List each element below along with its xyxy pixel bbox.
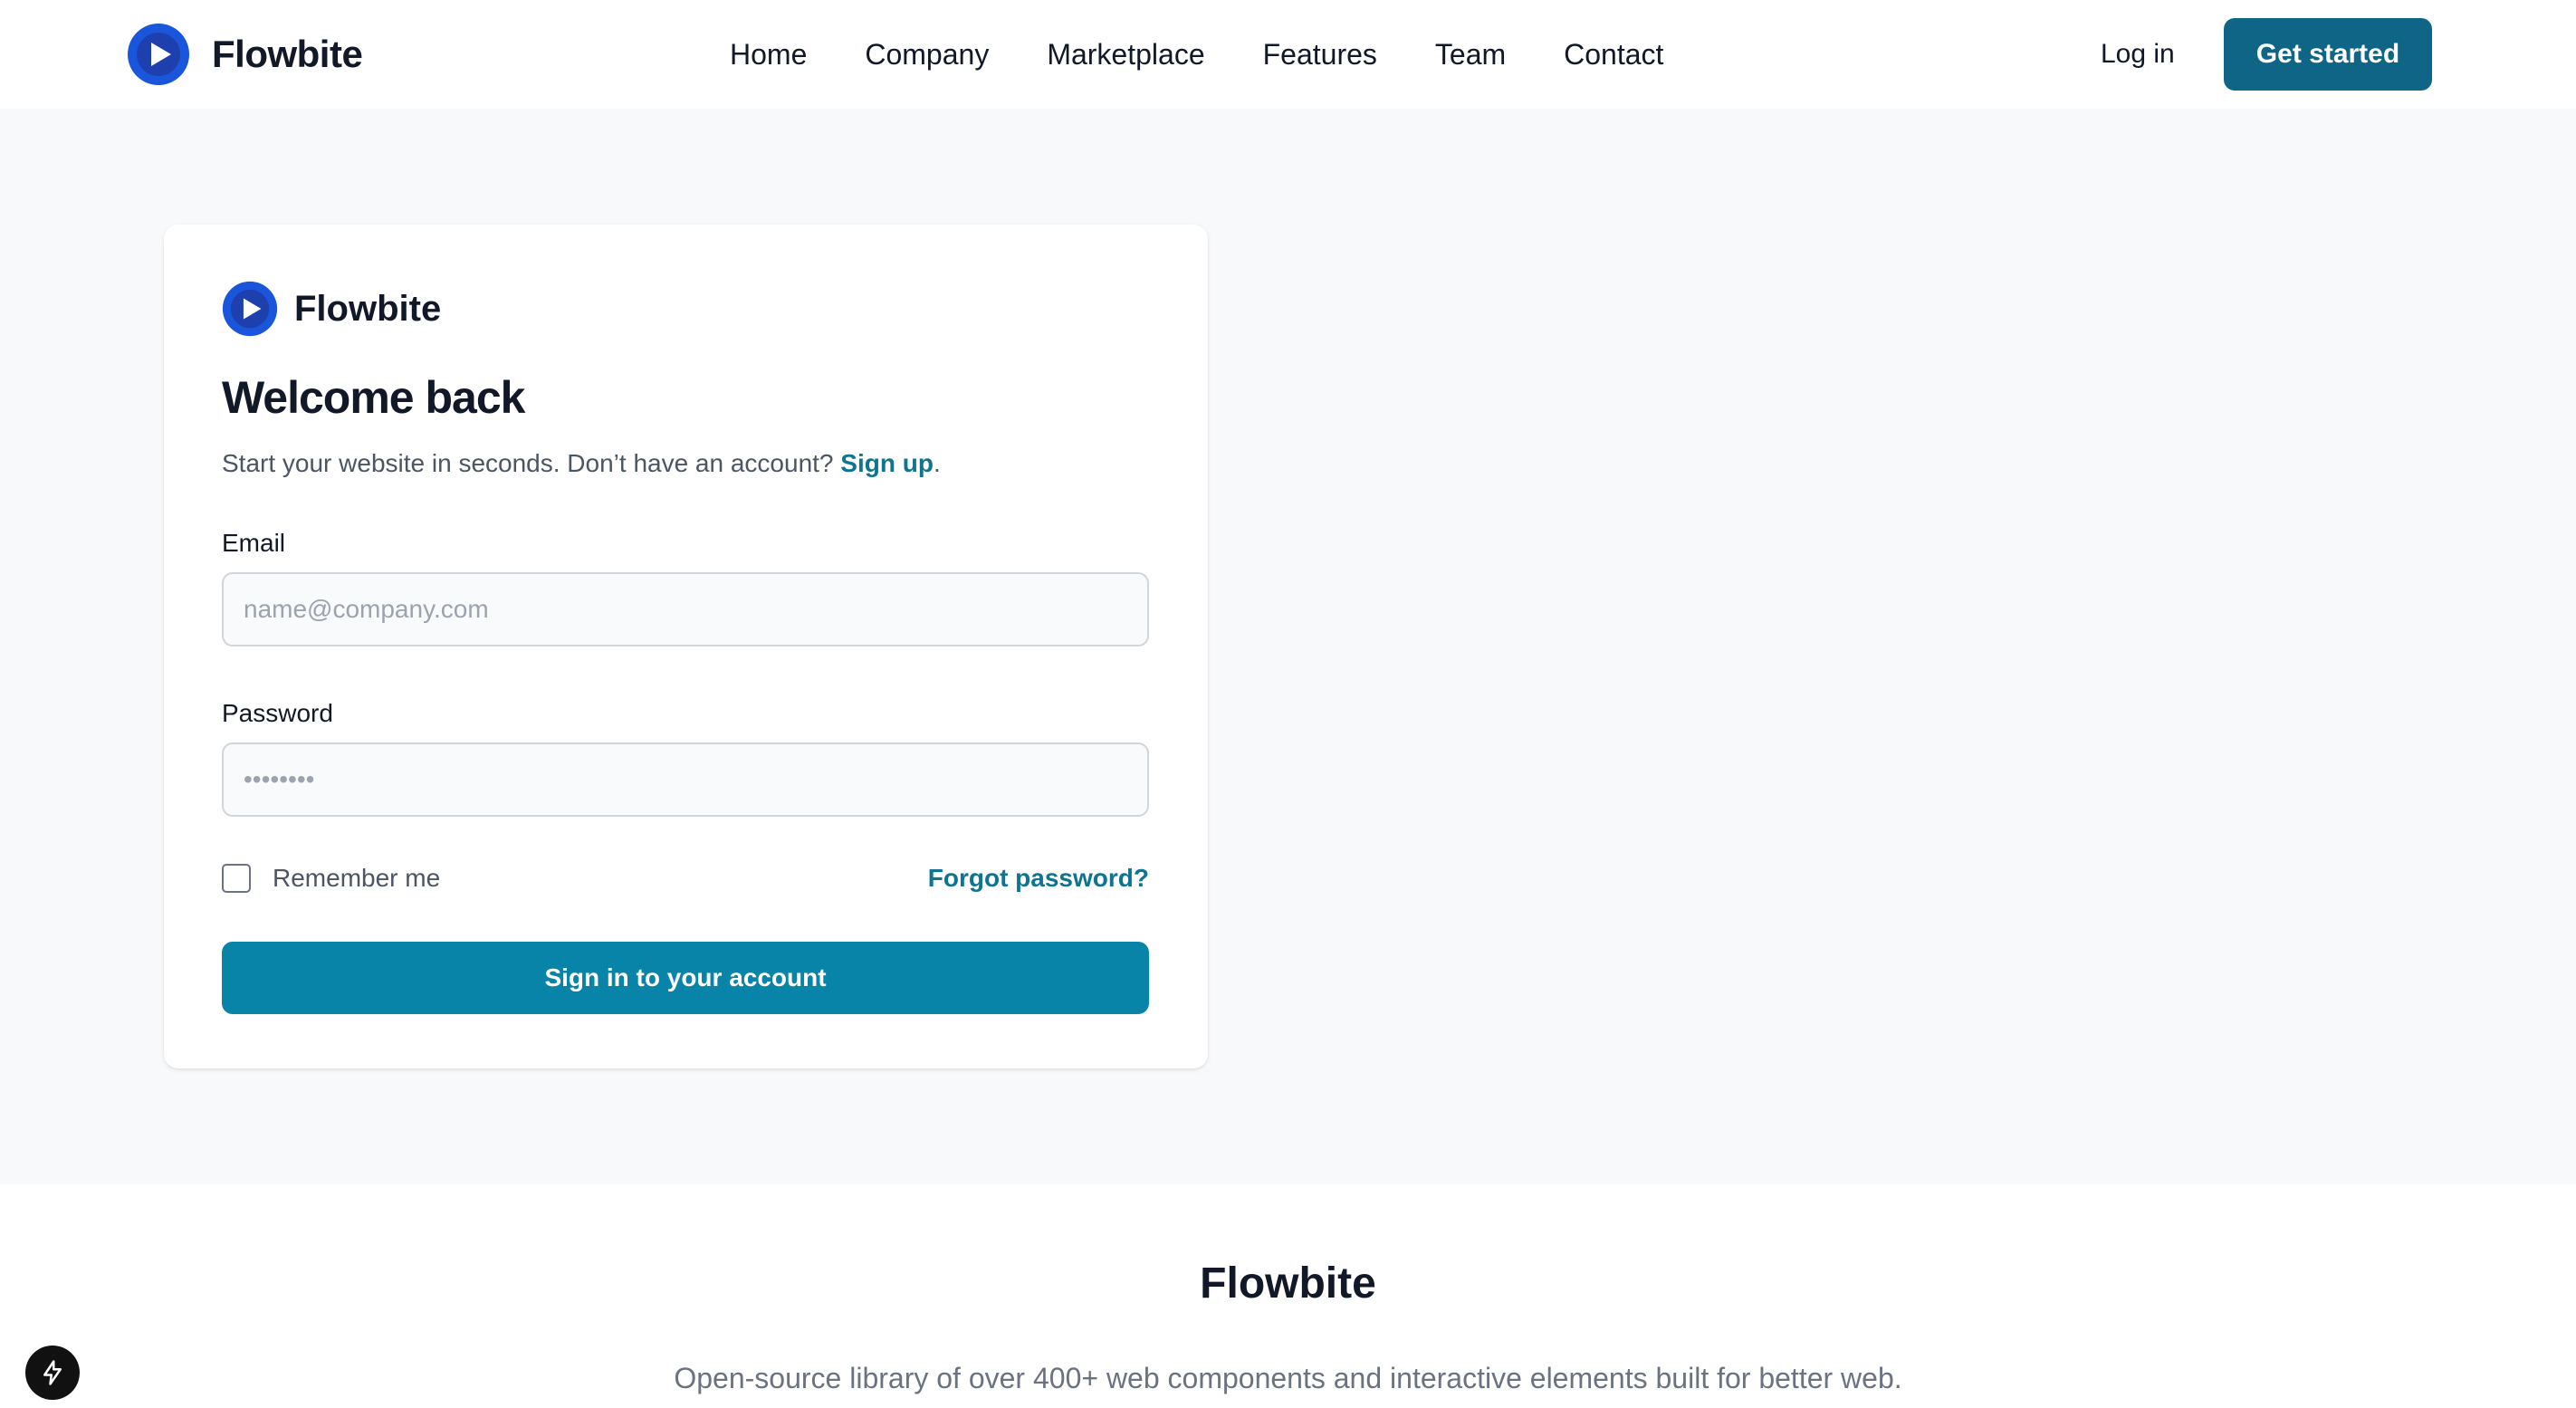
login-link[interactable]: Log in [2101, 0, 2175, 109]
nav-contact[interactable]: Contact [1564, 38, 1663, 72]
lightning-bolt-badge[interactable] [25, 1346, 80, 1400]
remember-me-label[interactable]: Remember me [273, 864, 440, 893]
flowbite-logo-icon [222, 281, 278, 337]
email-field[interactable] [222, 572, 1149, 647]
top-navbar: Flowbite Home Company Marketplace Featur… [0, 0, 2576, 109]
subtitle-text: Start your website in seconds. Don’t hav… [222, 449, 841, 477]
flowbite-logo-icon [128, 24, 189, 85]
lightning-bolt-icon [43, 1360, 62, 1385]
nav-features[interactable]: Features [1263, 38, 1377, 72]
get-started-button[interactable]: Get started [2224, 18, 2432, 91]
navbar-brand[interactable]: Flowbite [127, 23, 363, 86]
footer-description: Open-source library of over 400+ web com… [674, 1362, 1902, 1394]
footer: Flowbite Open-source library of over 400… [0, 1184, 2576, 1408]
password-label: Password [222, 699, 333, 727]
footer-title: Flowbite [1200, 1260, 1376, 1307]
remember-me-checkbox[interactable] [222, 864, 251, 893]
navbar-brand-text: Flowbite [212, 33, 363, 75]
subtitle-end: . [933, 449, 941, 477]
login-section: Flowbite Welcome back Start your website… [0, 109, 2576, 1184]
card-brand[interactable]: Flowbite [222, 281, 441, 337]
nav-team[interactable]: Team [1435, 38, 1506, 72]
remember-row: Remember me Forgot password? [222, 860, 1149, 896]
email-label: Email [222, 529, 286, 557]
main-nav: Home Company Marketplace Features Team C… [730, 0, 1663, 109]
login-card: Flowbite Welcome back Start your website… [164, 225, 1208, 1068]
forgot-password-link[interactable]: Forgot password? [928, 864, 1149, 893]
nav-company[interactable]: Company [865, 38, 989, 72]
nav-home[interactable]: Home [730, 38, 807, 72]
sign-in-button[interactable]: Sign in to your account [222, 942, 1149, 1014]
login-subtitle: Start your website in seconds. Don’t hav… [222, 449, 941, 478]
signup-link[interactable]: Sign up [840, 449, 934, 477]
password-field[interactable] [222, 742, 1149, 817]
card-brand-text: Flowbite [294, 288, 442, 329]
nav-marketplace[interactable]: Marketplace [1047, 38, 1204, 72]
page-title: Welcome back [222, 372, 525, 423]
